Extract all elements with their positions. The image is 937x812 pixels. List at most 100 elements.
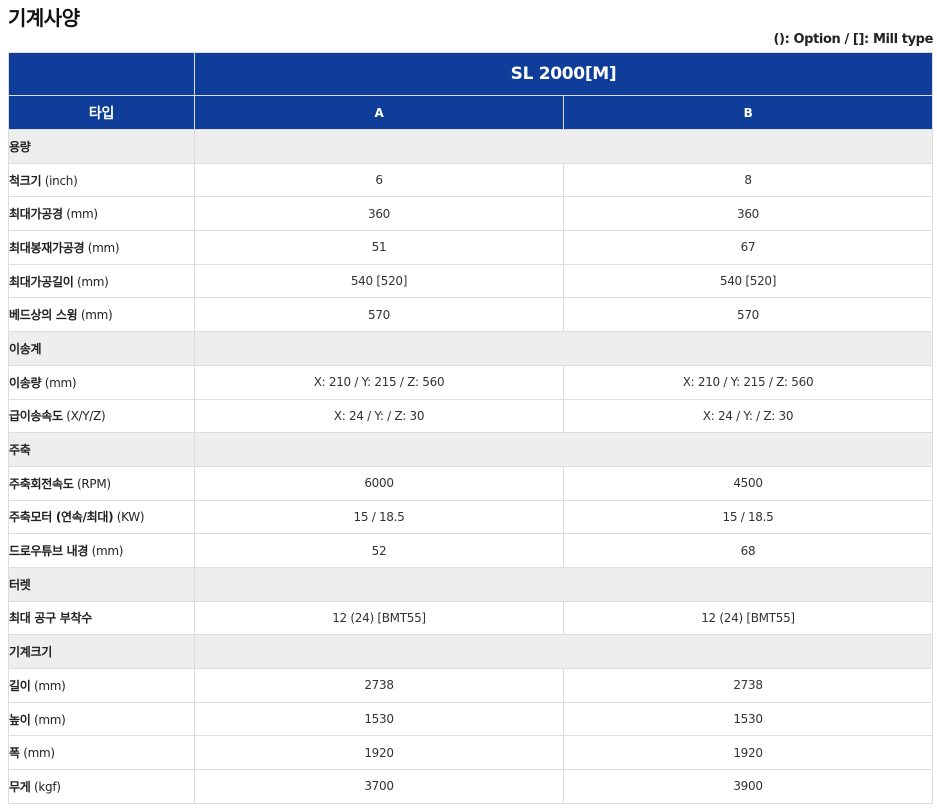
spec-table: SL 2000[M] 타입 A B 용량 척크기 (inch) 6 8 최대가공경 (m… [8, 52, 934, 804]
spec-value-a: X: 210 / Y: 215 / Z: 560 [194, 364, 564, 400]
spec-label: 무게 [9, 779, 31, 794]
spec-unit: (mm) [23, 746, 55, 761]
spec-label: 급이송속도 [9, 409, 64, 424]
spec-row: 최대가공경 (mm) 360 360 [8, 196, 934, 232]
section-filler [193, 432, 934, 467]
spec-unit: (X/Y/Z) [66, 409, 106, 424]
spec-label: 길이 [9, 678, 31, 693]
spec-value-a: 6000 [194, 465, 564, 501]
spec-value-a: 51 [194, 230, 564, 265]
spec-unit: (mm) [44, 375, 77, 390]
spec-row: 주축회전속도 (RPM) 6000 4500 [8, 465, 934, 501]
section-row: 기계크기 [8, 634, 934, 669]
spec-value-b: 540 [520] [562, 263, 934, 299]
section-row: 주축 [8, 432, 934, 467]
type-header-row: 타입 A B [8, 95, 934, 130]
spec-value-b: 3900 [562, 769, 934, 804]
spec-label-cell: 높이 (mm) [8, 701, 195, 737]
spec-label: 드로우튜브 내경 [9, 544, 89, 559]
spec-label-cell: 무게 (kgf) [8, 769, 195, 804]
type-b: B [562, 95, 934, 130]
spec-unit: (RPM) [76, 476, 111, 491]
spec-value-b: 1920 [562, 735, 934, 771]
spec-label: 주축모터 (연속/최대) [9, 510, 114, 525]
spec-value-b: 360 [562, 196, 934, 232]
spec-value-b: 67 [562, 230, 934, 265]
spec-value-b: 68 [562, 533, 934, 568]
spec-label-cell: 드로우튜브 내경 (mm) [8, 533, 195, 568]
spec-unit: (KW) [116, 510, 145, 525]
section-label: 기계크기 [8, 634, 195, 669]
page-title: 기계사양 [8, 6, 80, 30]
spec-row: 최대가공길이 (mm) 540 [520] 540 [520] [8, 263, 934, 299]
spec-page: 기계사양 (): Option / []: Mill type SL 2000[… [0, 0, 937, 812]
section-filler [193, 566, 934, 602]
spec-label: 베드상의 스윙 [9, 308, 78, 323]
spec-label: 최대봉재가공경 [9, 240, 85, 255]
spec-label-cell: 최대봉재가공경 (mm) [8, 230, 195, 265]
spec-unit: (inch) [44, 173, 78, 188]
spec-row: 최대봉재가공경 (mm) 51 67 [8, 230, 934, 265]
spec-value-a: 12 (24) [BMT55] [194, 600, 564, 636]
spec-unit: (mm) [80, 308, 113, 323]
legend-note: (): Option / []: Mill type [773, 32, 934, 47]
spec-row: 무게 (kgf) 3700 3900 [8, 769, 934, 804]
spec-label: 척크기 [9, 173, 42, 188]
spec-value-a: 52 [194, 533, 564, 568]
spec-value-b: X: 24 / Y: / Z: 30 [562, 398, 934, 434]
spec-label-cell: 최대가공경 (mm) [8, 196, 195, 232]
spec-value-b: 4500 [562, 465, 934, 501]
spec-label: 최대 공구 부착수 [9, 611, 93, 626]
spec-label-cell: 최대 공구 부착수 [8, 600, 195, 636]
section-row: 용량 [8, 129, 934, 164]
spec-value-a: X: 24 / Y: / Z: 30 [194, 398, 564, 434]
spec-value-a: 1920 [194, 735, 564, 771]
spec-value-b: 15 / 18.5 [562, 499, 934, 535]
spec-unit: (mm) [66, 207, 98, 222]
spec-label: 폭 [9, 746, 21, 761]
spec-value-a: 1530 [194, 701, 564, 737]
section-label: 용량 [8, 129, 195, 164]
type-a: A [194, 95, 564, 130]
spec-row: 폭 (mm) 1920 1920 [8, 735, 934, 771]
header-corner [8, 52, 195, 96]
spec-value-a: 6 [194, 162, 564, 198]
spec-value-b: 2738 [562, 668, 934, 703]
spec-label-cell: 척크기 (inch) [8, 162, 195, 198]
spec-value-b: X: 210 / Y: 215 / Z: 560 [562, 364, 934, 400]
spec-unit: (mm) [76, 274, 109, 289]
spec-value-b: 1530 [562, 701, 934, 737]
section-filler [193, 129, 934, 164]
section-label: 주축 [8, 432, 195, 467]
section-filler [193, 331, 934, 366]
spec-label: 이송량 [9, 375, 42, 390]
section-filler [193, 634, 934, 669]
spec-unit: (mm) [87, 240, 120, 255]
section-label: 이송계 [8, 331, 195, 366]
spec-row: 이송량 (mm) X: 210 / Y: 215 / Z: 560 X: 210 /… [8, 364, 934, 400]
spec-row: 드로우튜브 내경 (mm) 52 68 [8, 533, 934, 568]
spec-label-cell: 이송량 (mm) [8, 364, 195, 400]
spec-row: 베드상의 스윙 (mm) 570 570 [8, 297, 934, 333]
spec-label: 최대가공길이 [9, 274, 74, 289]
spec-row: 길이 (mm) 2738 2738 [8, 668, 934, 703]
model-header-row: SL 2000[M] [8, 52, 934, 96]
spec-value-b: 8 [562, 162, 934, 198]
spec-label-cell: 최대가공길이 (mm) [8, 263, 195, 299]
spec-value-a: 2738 [194, 668, 564, 703]
spec-row: 주축모터 (연속/최대) (KW) 15 / 18.5 15 / 18.5 [8, 499, 934, 535]
type-label: 타입 [8, 95, 195, 130]
model-name: SL 2000[M] [193, 52, 934, 96]
spec-label: 주축회전속도 [9, 476, 74, 491]
spec-row: 최대 공구 부착수 12 (24) [BMT55] 12 (24) [BMT55] [8, 600, 934, 636]
spec-label-cell: 주축회전속도 (RPM) [8, 465, 195, 501]
spec-value-a: 570 [194, 297, 564, 333]
spec-row: 급이송속도 (X/Y/Z) X: 24 / Y: / Z: 30 X: 24 / Y… [8, 398, 934, 434]
section-row: 이송계 [8, 331, 934, 366]
spec-value-b: 570 [562, 297, 934, 333]
spec-value-a: 3700 [194, 769, 564, 804]
spec-value-a: 15 / 18.5 [194, 499, 564, 535]
spec-unit: (mm) [34, 678, 66, 693]
spec-label-cell: 베드상의 스윙 (mm) [8, 297, 195, 333]
spec-value-a: 360 [194, 196, 564, 232]
